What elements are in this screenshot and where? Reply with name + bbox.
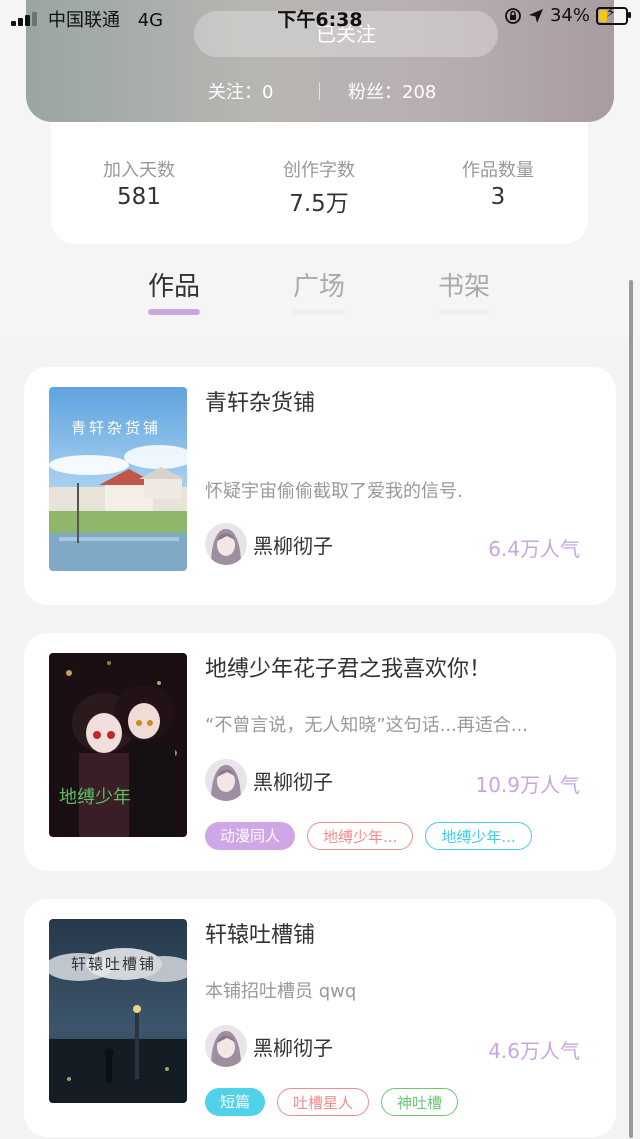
scrollbar[interactable] xyxy=(629,280,633,1138)
stats-card: 加入天数 581 创作字数 7.5万 作品数量 3 xyxy=(51,122,588,244)
stat-word-count: 创作字数 7.5万 xyxy=(239,156,399,218)
book-cover[interactable]: 青轩杂货铺 xyxy=(49,387,187,571)
following-count[interactable]: 关注：0 xyxy=(208,78,273,104)
work-title[interactable]: 地缚少年花子君之我喜欢你！ xyxy=(205,651,491,683)
stat-value: 581 xyxy=(117,184,161,210)
author-info[interactable]: 黑柳彻子 xyxy=(205,1025,333,1067)
popularity-count: 10.9万人气 xyxy=(475,773,580,797)
work-description: 怀疑宇宙偷偷截取了爱我的信号. xyxy=(205,481,463,502)
work-title[interactable]: 轩辕吐槽铺 xyxy=(205,917,315,949)
tab-indicator xyxy=(438,309,490,315)
battery-percent: 34% xyxy=(549,5,590,26)
author-avatar[interactable] xyxy=(205,523,247,565)
profile-tabs: 作品 广场 书架 xyxy=(0,266,640,326)
stat-works-count: 作品数量 3 xyxy=(418,156,578,210)
svg-text:地缚少年: 地缚少年 xyxy=(59,787,131,808)
tag-chip[interactable]: 地缚少年... xyxy=(307,822,414,850)
author-avatar[interactable] xyxy=(205,759,247,801)
book-cover[interactable]: 地缚少年 xyxy=(49,653,187,837)
stat-value: 3 xyxy=(490,184,506,210)
tag-chip[interactable]: 神吐槽 xyxy=(381,1088,459,1116)
tab-label: 书架 xyxy=(437,272,490,302)
author-name[interactable]: 黑柳彻子 xyxy=(253,1032,333,1061)
work-card[interactable]: 轩辕吐槽铺 轩辕吐槽铺 本铺招吐槽员 qwq 黑柳彻子 4.6万人气 短篇 吐槽… xyxy=(24,899,616,1137)
stat-join-days: 加入天数 581 xyxy=(59,156,219,210)
author-info[interactable]: 黑柳彻子 xyxy=(205,759,333,801)
stat-label: 创作字数 xyxy=(283,160,355,181)
book-cover[interactable]: 轩辕吐槽铺 xyxy=(49,919,187,1103)
work-description: 本铺招吐槽员 qwq xyxy=(205,981,357,1002)
orientation-lock-icon xyxy=(505,7,521,24)
stat-label: 作品数量 xyxy=(462,160,534,181)
tab-label: 作品 xyxy=(147,272,200,302)
tag-chip[interactable]: 动漫同人 xyxy=(205,822,296,850)
popularity-count: 6.4万人气 xyxy=(488,537,580,561)
tag-list: 短篇 吐槽星人 神吐槽 xyxy=(205,1088,459,1116)
status-bar: 中国联通 4G 下午6:38 34% ⚡ xyxy=(0,0,640,36)
tag-chip[interactable]: 短篇 xyxy=(205,1088,266,1116)
fans-count[interactable]: 粉丝：208 xyxy=(348,78,436,104)
location-arrow-icon xyxy=(528,8,543,23)
author-name[interactable]: 黑柳彻子 xyxy=(253,766,333,795)
work-description: “不曾言说，无人知晓”这句话...再适合... xyxy=(205,715,528,736)
tab-indicator xyxy=(148,309,200,315)
author-info[interactable]: 黑柳彻子 xyxy=(205,523,333,565)
stat-divider xyxy=(319,82,320,100)
tag-list: 动漫同人 地缚少年... 地缚少年... xyxy=(205,822,532,850)
stat-value: 7.5万 xyxy=(289,191,349,217)
stat-label: 加入天数 xyxy=(103,160,175,181)
tab-bookshelf[interactable]: 书架 xyxy=(414,266,514,315)
tab-works[interactable]: 作品 xyxy=(124,266,224,315)
tag-chip[interactable]: 地缚少年... xyxy=(425,822,532,850)
popularity-count: 4.6万人气 xyxy=(488,1039,580,1063)
cover-title-text: 轩辕吐槽铺 xyxy=(71,955,157,973)
work-card[interactable]: 青轩杂货铺 青轩杂货铺 怀疑宇宙偷偷截取了爱我的信号. 黑柳彻子 6.4万人气 xyxy=(24,367,616,605)
tab-label: 广场 xyxy=(292,272,345,302)
cover-title-text: 青轩杂货铺 xyxy=(71,419,162,437)
battery-icon: ⚡ xyxy=(596,5,631,25)
author-avatar[interactable] xyxy=(205,1025,247,1067)
author-name[interactable]: 黑柳彻子 xyxy=(253,530,333,559)
tag-chip[interactable]: 吐槽星人 xyxy=(277,1088,370,1116)
work-card[interactable]: 地缚少年 地缚少年花子君之我喜欢你！ “不曾言说，无人知晓”这句话...再适合.… xyxy=(24,633,616,871)
tab-square[interactable]: 广场 xyxy=(269,266,369,315)
tab-indicator xyxy=(293,309,345,315)
work-title[interactable]: 青轩杂货铺 xyxy=(205,385,315,417)
